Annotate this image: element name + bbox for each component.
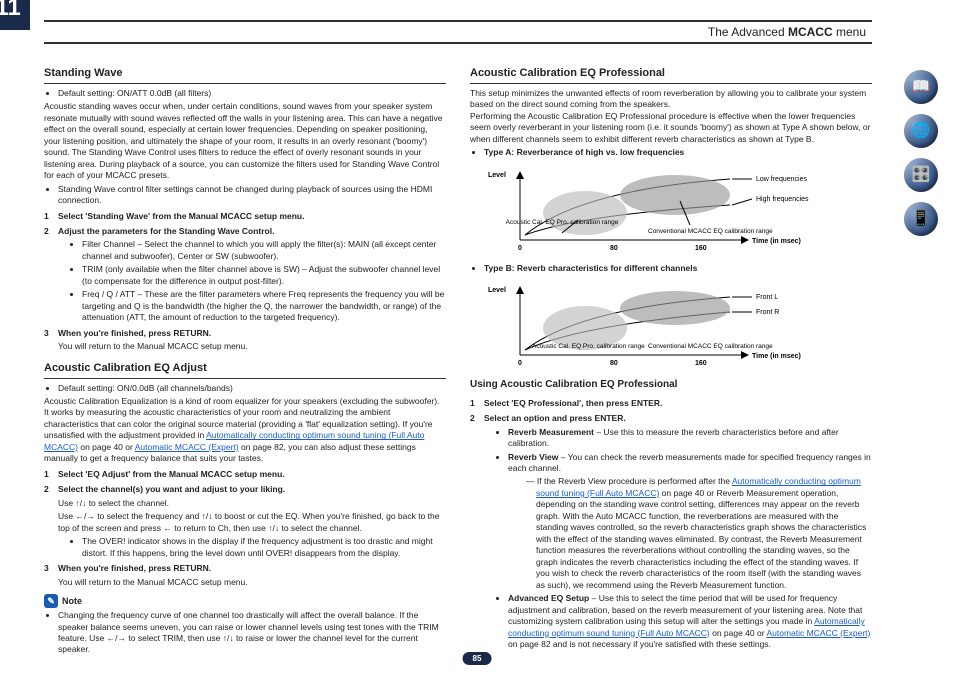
ueqp-step-1: Select 'EQ Professional', then press ENT… xyxy=(470,398,872,409)
eqa-over-note: The OVER! indicator shows in the display… xyxy=(82,536,446,559)
column-left: Standing Wave Default setting: ON/ATT 0.… xyxy=(44,58,446,658)
sw-step-3: When you're finished, press RETURN. You … xyxy=(44,328,446,353)
link-auto-mcacc-expert-1[interactable]: Automatic MCACC (Expert) xyxy=(135,442,239,452)
note-icon: ✎ xyxy=(44,594,58,608)
sw-sub-freq: Freq / Q / ATT – These are the filter pa… xyxy=(82,289,446,323)
svg-text:Time (in msec): Time (in msec) xyxy=(752,353,801,360)
eqa-step-3: When you're finished, press RETURN. You … xyxy=(44,563,446,588)
opt-reverb-view: Reverb View – You can check the reverb m… xyxy=(508,452,872,592)
link-auto-mcacc-expert-2[interactable]: Automatic MCACC (Expert) xyxy=(766,628,870,638)
svg-text:0: 0 xyxy=(518,245,522,252)
page-number: 85 xyxy=(463,653,492,665)
page-header: The Advanced MCACC menu xyxy=(44,20,872,44)
sw-hdmi-note: Standing Wave control filter settings ca… xyxy=(58,184,446,207)
page-title: The Advanced MCACC menu xyxy=(708,24,872,40)
svg-text:Front R: Front R xyxy=(756,309,779,316)
eqpro-intro2: Performing the Acoustic Calibration EQ P… xyxy=(470,111,872,145)
eqa-intro: Acoustic Calibration Equalization is a k… xyxy=(44,396,446,465)
sw-step-2: Adjust the parameters for the Standing W… xyxy=(44,226,446,324)
column-right: Acoustic Calibration EQ Professional Thi… xyxy=(470,58,872,658)
svg-text:Conventional MCACC EQ calibrat: Conventional MCACC EQ calibration range xyxy=(648,343,773,350)
opt-reverb-measurement: Reverb Measurement – Use this to measure… xyxy=(508,427,872,450)
svg-text:Front L: Front L xyxy=(756,294,778,301)
eqpro-intro: This setup minimizes the unwanted effect… xyxy=(470,88,872,111)
svg-text:Acoustic Cal. EQ Pro. calibrat: Acoustic Cal. EQ Pro. calibration range xyxy=(506,219,619,226)
type-b-label: Type B: Reverb characteristics for diffe… xyxy=(484,263,872,274)
note-label: Note xyxy=(62,595,82,607)
settings-icon[interactable]: 🎛️ xyxy=(904,158,938,192)
book-icon[interactable]: 📖 xyxy=(904,70,938,104)
sw-sub-filter: Filter Channel – Select the channel to w… xyxy=(82,239,446,262)
remote-icon[interactable]: 📱 xyxy=(904,202,938,236)
svg-text:Low frequencies: Low frequencies xyxy=(756,176,807,183)
heading-using-eq-pro: Using Acoustic Calibration EQ Profession… xyxy=(470,378,872,394)
sw-sub-trim: TRIM (only available when the filter cha… xyxy=(82,264,446,287)
type-a-label: Type A: Reverberance of high vs. low fre… xyxy=(484,147,872,158)
reverb-view-detail: If the Reverb View procedure is performe… xyxy=(526,476,872,591)
default-setting-sw: Default setting: ON/ATT 0.0dB (all filte… xyxy=(58,88,446,99)
manual-page: 11 The Advanced MCACC menu 📖 🌐 🎛️ 📱 Stan… xyxy=(0,0,954,675)
svg-text:80: 80 xyxy=(610,360,618,367)
svg-text:0: 0 xyxy=(518,360,522,367)
heading-eq-adjust: Acoustic Calibration EQ Adjust xyxy=(44,361,446,379)
note-text: Changing the frequency curve of one chan… xyxy=(58,610,446,656)
svg-text:Time (in msec): Time (in msec) xyxy=(752,238,801,245)
eqa-step-2: Select the channel(s) you want and adjus… xyxy=(44,484,446,559)
heading-eq-pro: Acoustic Calibration EQ Professional xyxy=(470,66,872,84)
svg-text:Acoustic Cal. EQ Pro. calibrat: Acoustic Cal. EQ Pro. calibration range xyxy=(532,343,645,350)
svg-text:160: 160 xyxy=(695,360,707,367)
svg-text:160: 160 xyxy=(695,245,707,252)
eqa-step-1: Select 'EQ Adjust' from the Manual MCACC… xyxy=(44,469,446,480)
heading-standing-wave: Standing Wave xyxy=(44,66,446,84)
svg-text:High frequencies: High frequencies xyxy=(756,196,809,203)
sw-step-1: Select 'Standing Wave' from the Manual M… xyxy=(44,211,446,222)
chapter-number-box: 11 xyxy=(0,0,30,30)
side-nav-icons: 📖 🌐 🎛️ 📱 xyxy=(904,70,938,236)
default-setting-eqa: Default setting: ON/0.0dB (all channels/… xyxy=(58,383,446,394)
sw-intro: Acoustic standing waves occur when, unde… xyxy=(44,101,446,181)
svg-text:Level: Level xyxy=(488,287,506,294)
figure-type-b: Level 0 80 160 Time (in msec) Front L Fr… xyxy=(470,280,872,370)
note-block: ✎ Note Changing the frequency curve of on… xyxy=(44,594,446,656)
globe-icon[interactable]: 🌐 xyxy=(904,114,938,148)
figure-type-a: Level 0 80 160 Time (in msec) Low freque… xyxy=(470,165,872,255)
opt-advanced-eq-setup: Advanced EQ Setup – Use this to select t… xyxy=(508,593,872,650)
ueqp-step-2: Select an option and press ENTER. Reverb… xyxy=(470,413,872,650)
svg-text:Conventional MCACC EQ calibrat: Conventional MCACC EQ calibration range xyxy=(648,228,773,235)
svg-text:80: 80 xyxy=(610,245,618,252)
svg-text:Level: Level xyxy=(488,172,506,179)
